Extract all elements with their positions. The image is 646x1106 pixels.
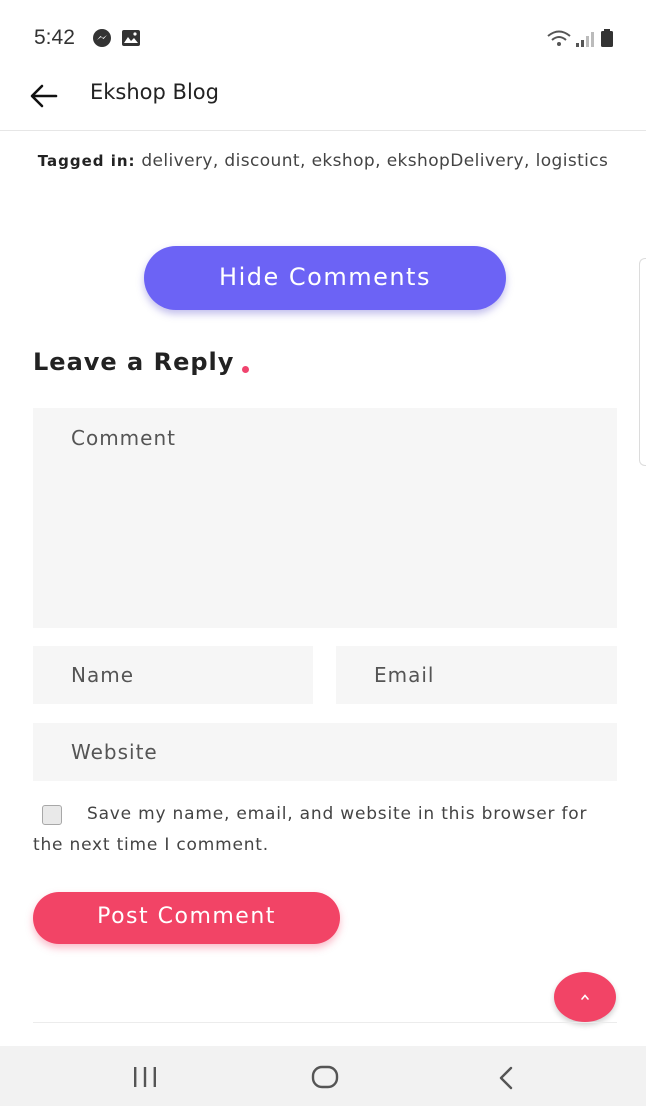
tags-label: Tagged in: bbox=[37, 152, 136, 170]
post-tags: Tagged in: delivery, discount, ekshop, e… bbox=[30, 146, 616, 177]
signal-icon bbox=[574, 30, 596, 52]
page-title: Ekshop Blog bbox=[90, 80, 219, 104]
status-time: 5:42 bbox=[34, 26, 75, 49]
website-field[interactable] bbox=[33, 723, 617, 781]
back-icon[interactable] bbox=[496, 1066, 516, 1094]
chevron-up-icon bbox=[581, 994, 589, 1000]
comment-field[interactable] bbox=[33, 408, 617, 628]
image-icon bbox=[121, 28, 141, 52]
wifi-icon bbox=[546, 30, 572, 52]
battery-icon bbox=[600, 28, 614, 52]
name-field[interactable] bbox=[33, 646, 313, 704]
status-bar: 5:42 bbox=[0, 0, 646, 72]
hide-comments-button[interactable]: Hide Comments bbox=[144, 246, 506, 310]
home-icon[interactable] bbox=[310, 1064, 340, 1094]
required-dot-icon bbox=[242, 366, 249, 373]
scroll-indicator[interactable] bbox=[639, 258, 646, 466]
consent-text: Save my name, email, and website in this… bbox=[33, 804, 588, 855]
scroll-to-top-button[interactable] bbox=[554, 972, 616, 1022]
messenger-icon bbox=[92, 28, 112, 52]
arrow-left-icon[interactable] bbox=[28, 80, 60, 112]
recent-apps-icon[interactable] bbox=[132, 1066, 158, 1092]
app-bar: Ekshop Blog bbox=[0, 72, 646, 131]
tags-values[interactable]: delivery, discount, ekshop, ekshopDelive… bbox=[136, 151, 609, 171]
save-info-checkbox[interactable] bbox=[42, 805, 62, 825]
post-comment-button[interactable]: Post Comment bbox=[33, 892, 340, 944]
email-field[interactable] bbox=[336, 646, 617, 704]
navigation-bar bbox=[0, 1046, 646, 1106]
reply-heading: Leave a Reply bbox=[33, 348, 235, 376]
divider bbox=[33, 1022, 617, 1023]
